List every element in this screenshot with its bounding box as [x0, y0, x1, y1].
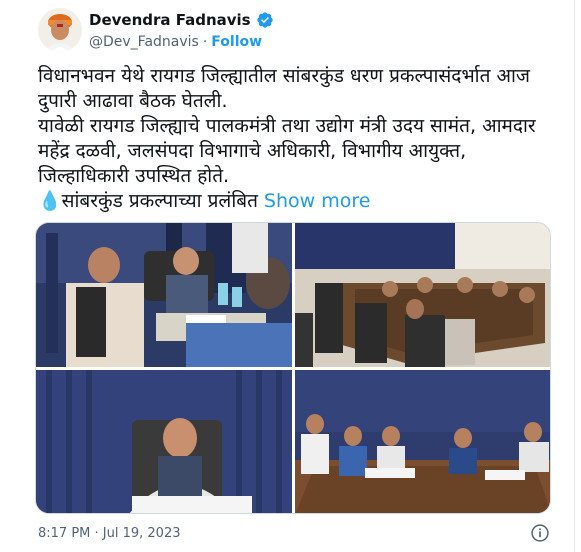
- media-grid: [35, 222, 551, 514]
- tweet-line-3-text: सांबरकुंड प्रकल्पाच्या प्रलंबित: [61, 190, 258, 212]
- tweet-text: विधानभवन येथे रायगड जिल्ह्यातील सांबरकुं…: [38, 64, 548, 214]
- meeting-photo-3[interactable]: [36, 370, 292, 513]
- separator-dot: ·: [202, 34, 208, 50]
- tweet-timestamp[interactable]: 8:17 PM · Jul 19, 2023: [38, 526, 181, 541]
- meeting-photo-2[interactable]: [295, 223, 550, 367]
- tweet-line-3: 💧सांबरकुंड प्रकल्पाच्या प्रलंबित Show mor…: [38, 189, 548, 214]
- author-name-row: Devendra Fadnavis: [89, 10, 274, 30]
- meeting-photo-4[interactable]: [295, 370, 550, 513]
- verified-badge-icon: [256, 11, 274, 29]
- author-display-name[interactable]: Devendra Fadnavis: [89, 11, 251, 29]
- water-drop-icon: 💧: [38, 190, 62, 212]
- show-more-link[interactable]: Show more: [264, 190, 371, 212]
- tweet-timestamp-row: 8:17 PM · Jul 19, 2023: [38, 524, 181, 542]
- avatar-image: [38, 8, 82, 52]
- author-avatar[interactable]: [38, 8, 82, 52]
- author-handle-row: @Dev_Fadnavis · Follow: [89, 33, 262, 51]
- info-icon[interactable]: [530, 523, 550, 543]
- author-handle[interactable]: @Dev_Fadnavis: [89, 34, 199, 50]
- tweet-card: Devendra Fadnavis @Dev_Fadnavis · Follow…: [0, 0, 575, 552]
- tweet-line-2: यावेळी रायगड जिल्ह्याचे पालकमंत्री तथा उ…: [38, 115, 536, 187]
- meeting-photo-1[interactable]: [36, 223, 292, 367]
- tweet-line-1: विधानभवन येथे रायगड जिल्ह्यातील सांबरकुं…: [38, 65, 530, 112]
- follow-button[interactable]: Follow: [211, 34, 262, 50]
